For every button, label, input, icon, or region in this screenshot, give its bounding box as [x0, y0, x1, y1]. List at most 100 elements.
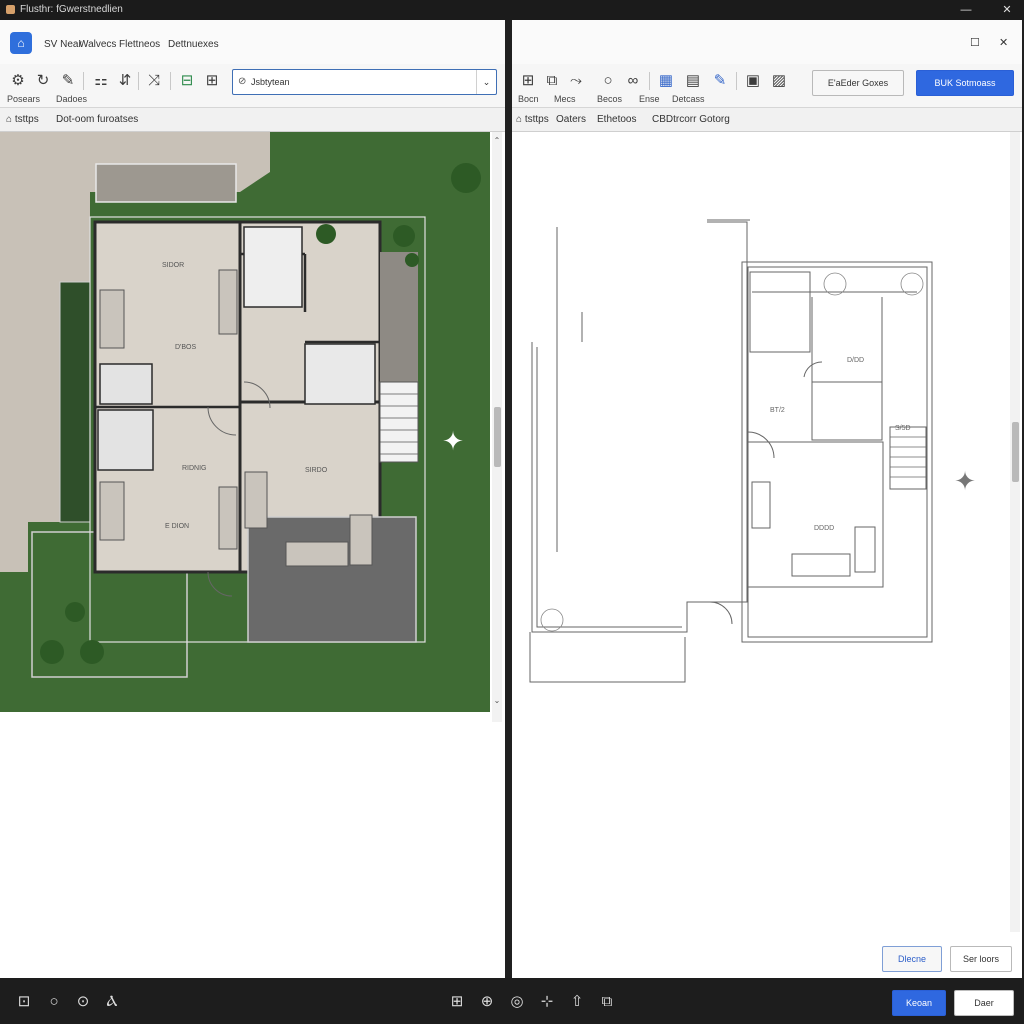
right-room-label-2: BT/2 — [770, 407, 785, 414]
close-window-button[interactable]: ✕ — [996, 1, 1018, 19]
scroll-down-arrow[interactable]: ⌄ — [492, 696, 502, 705]
plan-outline — [529, 219, 933, 683]
search-icon: ⊘ — [238, 76, 247, 87]
right-vertical-scrollbar[interactable] — [1010, 132, 1020, 932]
image-icon[interactable]: ▣ — [742, 70, 764, 92]
left-toolbar: ⚙ ↻ ✎ ⚏ ⇵ ⤨ ⊟ ⊞ Posears Dadoes ⊘ ⌄ — [0, 64, 505, 108]
minimize-button[interactable]: — — [955, 1, 977, 19]
search-icon[interactable]: ○ — [597, 70, 619, 92]
tool-label-mecs: Mecs — [554, 94, 576, 104]
right-room-label-1: D/DD — [847, 357, 864, 364]
decline-button[interactable]: Dlecne — [882, 946, 942, 972]
left-tab-strip: ⌂ tsttps Dot-oom furoatses — [0, 108, 505, 132]
refresh-icon[interactable]: ↻ — [32, 70, 54, 92]
right-close-button[interactable]: ✕ — [999, 36, 1008, 49]
right-room-label-3: DDDD — [814, 525, 834, 532]
right-toolbar: ⊞ ⧉ ⤳ ○ ∞ ▦ ▤ ✎ ▣ ▨ Bocn Mecs Becos Ense… — [512, 64, 1022, 108]
tree-symbols — [540, 272, 924, 632]
restore-button[interactable]: ☐ — [970, 36, 980, 49]
app-root: Flusthr: fGwerstnedlien — ✕ ⌂ SV Near Wa… — [0, 0, 1024, 1024]
window-titlebar: Flusthr: fGwerstnedlien — ✕ — [0, 0, 1024, 20]
tab-tsttps[interactable]: ⌂ tsttps — [6, 114, 39, 125]
target-icon[interactable]: ⊙ — [73, 992, 93, 1012]
tool-label-becos: Becos — [597, 94, 623, 104]
copy-icon[interactable]: ⧉ — [597, 992, 617, 1012]
left-pane: ⌂ SV Near Walvecs Flettneos Dettnuexes ⚙… — [0, 20, 505, 978]
primary-action-button[interactable]: BUK Sotmoass — [916, 70, 1014, 96]
scroll-up-arrow[interactable]: ⌃ — [492, 136, 502, 145]
upload-icon[interactable]: ⇧ — [567, 992, 587, 1012]
layers-icon[interactable]: ⧉ — [541, 70, 563, 92]
split-icon[interactable]: ⇵ — [114, 70, 136, 92]
settings-icon[interactable]: ⚙ — [7, 70, 29, 92]
bathroom-1 — [243, 226, 303, 308]
right-stair-treads — [890, 436, 926, 478]
grid-view-icon[interactable]: ⊞ — [447, 992, 467, 1012]
tab-dot-oom[interactable]: Dot-oom furoatses — [56, 114, 138, 125]
bathroom-4 — [97, 409, 154, 471]
terrace — [247, 516, 417, 643]
room-label-2: D'BOS — [175, 344, 197, 351]
tab-tsttps-right[interactable]: ⌂ tsttps — [516, 114, 549, 125]
edit-icon[interactable]: ✎ — [709, 70, 731, 92]
arrange-icon[interactable]: ⊹ — [537, 992, 557, 1012]
app-icon — [6, 5, 15, 14]
circle-icon[interactable]: ○ — [44, 992, 64, 1012]
line-drawing-floor-plan: D/DD BT/2 DDDD S/5D ✦ — [529, 219, 976, 683]
right-pane: ☐ ✕ ⊞ ⧉ ⤳ ○ ∞ ▦ ▤ ✎ ▣ ▨ Bocn Mecs Becos … — [512, 20, 1022, 978]
right-header-bar: ☐ ✕ — [512, 20, 1022, 64]
bathroom-2 — [304, 343, 376, 405]
page-icon[interactable]: ▤ — [682, 70, 704, 92]
bottom-taskbar: ⊡ ○ ⊙ Ⲁ ⊞ ⊕ ◎ ⊹ ⇧ ⧉ Keoan Daer — [0, 978, 1024, 1024]
link-icon[interactable]: ∞ — [622, 70, 644, 92]
tool-label-posears: Posears — [7, 94, 41, 104]
tool-label-dadoes: Dadoes — [56, 94, 88, 104]
chart-icon[interactable]: ⚏ — [90, 70, 112, 92]
room-label-5: E DION — [165, 523, 189, 530]
secondary-action-button[interactable]: E'aEder Goxes — [812, 70, 904, 96]
bottom-primary-button[interactable]: Keoan — [892, 990, 946, 1016]
menu-item-svnear[interactable]: SV Near — [44, 39, 82, 50]
add-circle-icon[interactable]: ⊕ — [477, 992, 497, 1012]
rendered-floor-plan: SIDOR D'BOS RIDNIG SIRDO E DION ✦ — [0, 132, 490, 712]
side-planter — [59, 281, 91, 523]
tab-ethetoos[interactable]: Ethetoos — [597, 114, 636, 125]
tool-label-bocn: Bocn — [518, 94, 539, 104]
table-icon[interactable]: ⊞ — [517, 70, 539, 92]
photo-icon[interactable]: ▨ — [768, 70, 790, 92]
garage-pad — [95, 163, 237, 203]
left-vertical-scrollbar[interactable] — [492, 132, 502, 722]
room-label-4: SIRDO — [305, 467, 328, 474]
building-icon[interactable]: ▦ — [655, 70, 677, 92]
right-room-label-4: S/5D — [895, 425, 911, 432]
left-scroll-thumb[interactable] — [494, 407, 501, 467]
search-box[interactable]: ⊘ ⌄ — [232, 69, 497, 95]
frame-icon[interactable]: ⊡ — [14, 992, 34, 1012]
menu-item-dettnuexes[interactable]: Dettnuexes — [168, 39, 219, 50]
settings-footer-button[interactable]: Ser loors — [950, 946, 1012, 972]
grid-icon[interactable]: ⊞ — [201, 70, 223, 92]
right-tab-strip: ⌂ tsttps Oaters Ethetoos CBDtrcorr Gotor… — [512, 108, 1022, 132]
export-icon[interactable]: ⊟ — [176, 70, 198, 92]
tab-oaters[interactable]: Oaters — [556, 114, 586, 125]
pane-divider[interactable] — [505, 20, 512, 978]
radio-icon[interactable]: ◎ — [507, 992, 527, 1012]
tool-label-detcass: Detcass — [672, 94, 705, 104]
right-scroll-thumb[interactable] — [1012, 422, 1019, 482]
right-sparkle-icon: ✦ — [954, 467, 976, 497]
hall-strip — [380, 252, 418, 382]
transform-icon[interactable]: ⤨ — [143, 70, 165, 92]
bottom-secondary-button[interactable]: Daer — [954, 990, 1014, 1016]
chevron-down-icon[interactable]: ⌄ — [476, 70, 496, 94]
room-label-3: RIDNIG — [182, 465, 207, 472]
pen-icon[interactable]: ✎ — [57, 70, 79, 92]
search-input[interactable] — [251, 73, 471, 91]
route-icon[interactable]: ⤳ — [565, 70, 587, 92]
window-title: Flusthr: fGwerstnedlien — [20, 4, 123, 15]
sparkle-icon: ✦ — [442, 427, 464, 457]
app-logo-icon[interactable]: ⌂ — [10, 32, 32, 54]
text-tool-icon[interactable]: Ⲁ — [102, 992, 122, 1012]
menu-item-walvecs[interactable]: Walvecs — [79, 39, 116, 50]
menu-item-flettneos[interactable]: Flettneos — [119, 39, 160, 50]
tab-cbdtrcorr[interactable]: CBDtrcorr Gotorg — [652, 114, 730, 125]
